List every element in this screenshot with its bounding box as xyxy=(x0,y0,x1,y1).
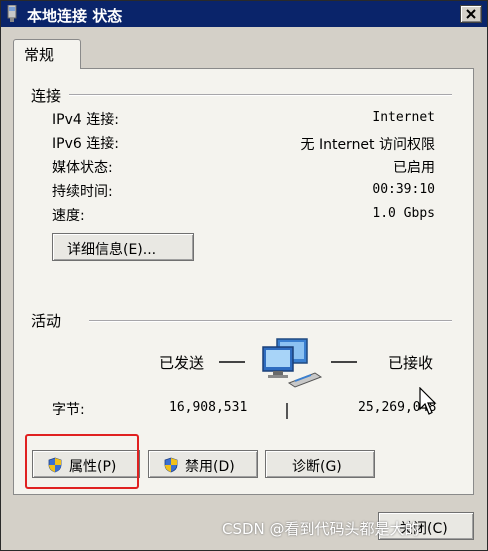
connection-divider xyxy=(69,94,452,96)
network-computers-icon xyxy=(262,338,323,388)
diagnose-button-label: 诊断(G) xyxy=(292,459,342,475)
media-state-value: 已启用 xyxy=(393,160,435,176)
details-button-label: 详细信息(E)... xyxy=(67,242,157,258)
uac-shield-icon xyxy=(164,457,178,473)
diagnose-button[interactable]: 诊断(G) xyxy=(265,450,375,478)
mouse-cursor-icon xyxy=(419,387,437,415)
activity-divider xyxy=(89,320,452,322)
status-dialog: 本地连接 状态 常规 连接 IPv4 连接: Internet IPv6 连接:… xyxy=(0,0,488,551)
duration-label: 持续时间: xyxy=(52,184,113,200)
activity-group-label: 活动 xyxy=(31,312,62,330)
speed-value: 1.0 Gbps xyxy=(372,206,435,221)
tab-general-label: 常规 xyxy=(24,46,55,64)
sent-label: 已发送 xyxy=(159,354,205,372)
activity-separator xyxy=(286,403,288,419)
ipv4-value: Internet xyxy=(372,110,435,125)
sent-dash xyxy=(219,361,245,363)
bytes-label: 字节: xyxy=(52,402,85,418)
network-adapter-icon xyxy=(7,5,17,22)
disable-button[interactable]: 禁用(D) xyxy=(148,450,258,478)
ipv4-label: IPv4 连接: xyxy=(52,112,119,128)
connection-group-label: 连接 xyxy=(31,87,62,105)
details-button[interactable]: 详细信息(E)... xyxy=(52,233,194,261)
window-title: 本地连接 状态 xyxy=(27,7,123,25)
ipv6-label: IPv6 连接: xyxy=(52,136,119,152)
disable-button-label: 禁用(D) xyxy=(185,459,235,475)
close-icon xyxy=(466,9,476,19)
speed-label: 速度: xyxy=(52,208,85,224)
title-bar[interactable]: 本地连接 状态 xyxy=(1,1,487,27)
received-dash xyxy=(331,361,357,363)
bytes-sent-value: 16,908,531 xyxy=(169,400,248,415)
duration-value: 00:39:10 xyxy=(372,182,435,197)
highlight-annotation xyxy=(25,434,139,489)
ipv6-value: 无 Internet 访问权限 xyxy=(300,137,436,153)
watermark: CSDN @看到代码头都是大的 xyxy=(222,520,420,538)
media-state-label: 媒体状态: xyxy=(52,160,113,176)
tab-general[interactable]: 常规 xyxy=(13,39,81,69)
received-label: 已接收 xyxy=(388,354,434,372)
close-window-button[interactable] xyxy=(460,5,482,23)
